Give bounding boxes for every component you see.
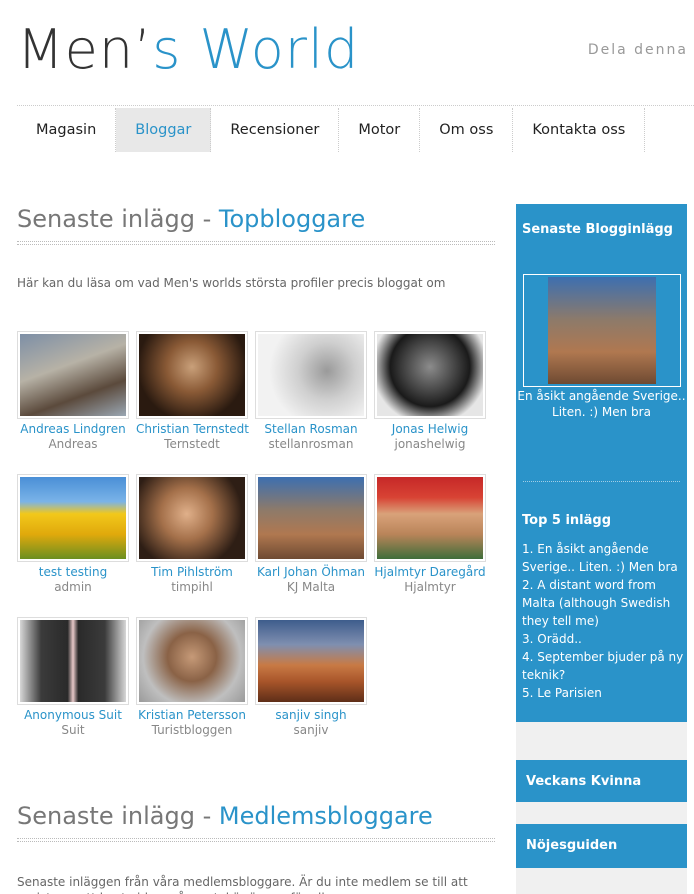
nav-item-motor[interactable]: Motor — [339, 108, 421, 152]
blogger-name[interactable]: test testing — [17, 565, 129, 579]
top5-item[interactable]: 2. A distant word from Malta (although S… — [522, 576, 684, 630]
blogger-avatar[interactable] — [374, 331, 486, 419]
sidebar-spacer — [516, 722, 687, 760]
logo-part2: s World — [152, 18, 360, 81]
blogger-username: admin — [54, 580, 92, 594]
top5-item[interactable]: 4. September bjuder på ny teknik? — [522, 648, 684, 684]
sidebar-divider — [523, 481, 680, 482]
blogger-avatar[interactable] — [136, 617, 248, 705]
blogger-username: KJ Malta — [286, 580, 336, 594]
woman-of-week-heading: Veckans Kvinna — [526, 774, 642, 789]
nav-item-bloggar[interactable]: Bloggar — [116, 108, 212, 152]
latest-post-caption[interactable]: En åsikt angående Sverige.. Liten. :) Me… — [516, 388, 687, 420]
member-bloggers-intro: Senaste inläggen från våra medlemsblogga… — [17, 875, 468, 894]
top5-item[interactable]: 3. Orädd.. — [522, 630, 684, 648]
sidebar-spacer — [516, 868, 687, 894]
latest-post-image[interactable] — [523, 274, 681, 387]
blogger-name[interactable]: Tim Pihlström — [136, 565, 248, 579]
top-bloggers-intro: Här kan du läsa om vad Men's worlds stör… — [17, 276, 446, 290]
blogger-username: Turistbloggen — [151, 723, 233, 737]
entertainment-guide-heading: Nöjesguiden — [526, 838, 618, 853]
blogger-card[interactable]: Kristian Petersson Turistbloggen — [136, 617, 248, 737]
blogger-card[interactable]: Christian Ternstedt Ternstedt — [136, 331, 249, 451]
member-bloggers-title-accent[interactable]: Medlemsbloggare — [219, 802, 433, 830]
top-bloggers-title-accent[interactable]: Topbloggare — [219, 205, 365, 233]
nav-divider — [17, 105, 694, 106]
blogger-card[interactable]: Stellan Rosman stellanrosman — [255, 331, 367, 451]
blogger-avatar[interactable] — [136, 331, 248, 419]
top-bloggers-title-prefix: Senaste inlägg - — [17, 205, 219, 233]
blogger-username: jonashelwig — [394, 437, 466, 451]
nav-item-recensioner[interactable]: Recensioner — [211, 108, 340, 152]
blogger-name[interactable]: Anonymous Suit — [17, 708, 129, 722]
blogger-name[interactable]: Hjalmtyr Daregård — [374, 565, 486, 579]
blogger-username: stellanrosman — [268, 437, 354, 451]
title-rule — [17, 241, 495, 245]
share-link[interactable]: Dela denna — [588, 42, 688, 58]
blogger-avatar[interactable] — [255, 331, 367, 419]
sidebar-widget-guide[interactable]: Nöjesguiden — [516, 824, 687, 868]
blogger-card[interactable]: Karl Johan Öhman KJ Malta — [255, 474, 367, 594]
nav-item-om-oss[interactable]: Om oss — [420, 108, 514, 152]
top5-item[interactable]: 5. Le Parisien — [522, 684, 684, 702]
blogger-name[interactable]: Karl Johan Öhman — [255, 565, 367, 579]
main-nav: Magasin Bloggar Recensioner Motor Om oss… — [17, 108, 646, 152]
blogger-name[interactable]: Stellan Rosman — [255, 422, 367, 436]
blogger-name[interactable]: Christian Ternstedt — [136, 422, 249, 436]
blogger-avatar[interactable] — [255, 617, 367, 705]
blogger-avatar[interactable] — [136, 474, 248, 562]
member-bloggers-title: Senaste inlägg - Medlemsbloggare — [17, 802, 433, 830]
blogger-name[interactable]: Andreas Lindgren — [17, 422, 129, 436]
sidebar-widget-woman[interactable]: Veckans Kvinna — [516, 760, 687, 802]
blogger-username: sanjiv — [293, 723, 329, 737]
top5-item[interactable]: 1. En åsikt angående Sverige.. Liten. :)… — [522, 540, 684, 576]
blogger-avatar[interactable] — [17, 474, 129, 562]
logo-apostrophe: ’ — [134, 18, 153, 81]
blogger-username: Andreas — [48, 437, 98, 451]
blogger-username: timpihl — [171, 580, 213, 594]
blogger-card[interactable]: test testing admin — [17, 474, 129, 594]
blogger-name[interactable]: sanjiv singh — [255, 708, 367, 722]
blogger-avatar[interactable] — [255, 474, 367, 562]
member-bloggers-title-prefix: Senaste inlägg - — [17, 802, 219, 830]
nav-item-kontakta-oss[interactable]: Kontakta oss — [513, 108, 646, 152]
top5-list: 1. En åsikt angående Sverige.. Liten. :)… — [522, 540, 684, 702]
sidebar-spacer — [516, 802, 687, 824]
site-logo[interactable]: Men’s World — [17, 18, 359, 82]
blogger-username: Suit — [61, 723, 85, 737]
blogger-card[interactable]: Anonymous Suit Suit — [17, 617, 129, 737]
sidebar-widget-latest: Senaste Blogginlägg En åsikt angående Sv… — [516, 204, 687, 722]
blogger-name[interactable]: Kristian Petersson — [136, 708, 248, 722]
blogger-card[interactable]: sanjiv singh sanjiv — [255, 617, 367, 737]
blogger-avatar[interactable] — [374, 474, 486, 562]
blogger-avatar[interactable] — [17, 331, 129, 419]
blogger-card[interactable]: Jonas Helwig jonashelwig — [374, 331, 486, 451]
blogger-username: Ternstedt — [164, 437, 220, 451]
logo-part1: Men — [17, 18, 135, 81]
blogger-card[interactable]: Tim Pihlström timpihl — [136, 474, 248, 594]
blogger-username: Hjalmtyr — [404, 580, 456, 594]
blogger-avatar[interactable] — [17, 617, 129, 705]
latest-posts-heading: Senaste Blogginlägg — [522, 222, 673, 237]
title-rule — [17, 838, 495, 842]
blogger-card[interactable]: Andreas Lindgren Andreas — [17, 331, 129, 451]
nav-item-magasin[interactable]: Magasin — [17, 108, 117, 152]
top5-heading: Top 5 inlägg — [522, 513, 612, 528]
blogger-card[interactable]: Hjalmtyr Daregård Hjalmtyr — [374, 474, 486, 594]
blogger-name[interactable]: Jonas Helwig — [374, 422, 486, 436]
top-bloggers-title: Senaste inlägg - Topbloggare — [17, 205, 365, 233]
